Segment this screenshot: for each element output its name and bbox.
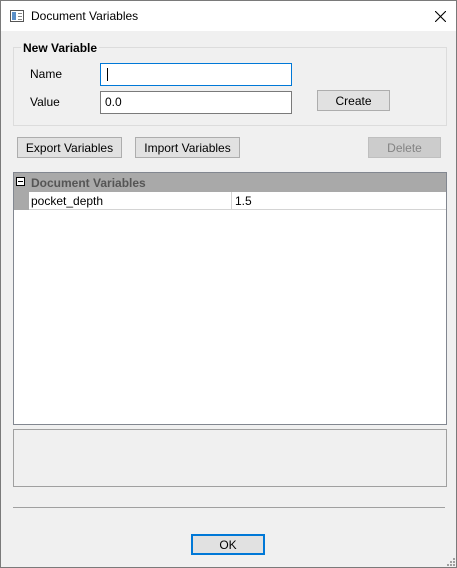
text-caret <box>107 68 108 81</box>
delete-button[interactable]: Delete <box>368 137 441 158</box>
name-label: Name <box>30 67 63 81</box>
property-row[interactable]: pocket_depth 1.5 <box>14 192 446 210</box>
description-panel <box>13 429 447 487</box>
close-button[interactable] <box>425 1 456 31</box>
export-variables-label: Export Variables <box>25 140 114 155</box>
document-variables-dialog: Document Variables New Variable Name Val… <box>0 0 457 568</box>
property-value[interactable]: 1.5 <box>235 194 252 208</box>
export-variables-button[interactable]: Export Variables <box>17 137 122 158</box>
close-icon <box>435 10 446 22</box>
value-input-value: 0.0 <box>105 95 122 109</box>
delete-button-label: Delete <box>387 140 422 155</box>
window-icon <box>10 10 24 22</box>
ok-button-label: OK <box>219 537 237 552</box>
create-button[interactable]: Create <box>317 90 390 111</box>
resize-grip-icon[interactable] <box>445 556 455 566</box>
footer-separator <box>13 507 445 508</box>
variables-property-grid[interactable]: Document Variables pocket_depth 1.5 <box>13 172 447 425</box>
collapse-icon[interactable] <box>16 177 25 186</box>
import-variables-button[interactable]: Import Variables <box>135 137 240 158</box>
row-gutter <box>14 192 29 210</box>
property-name[interactable]: pocket_depth <box>31 194 103 208</box>
new-variable-group-title: New Variable <box>21 41 100 55</box>
category-row[interactable]: Document Variables <box>14 173 446 192</box>
window-title: Document Variables <box>31 9 139 23</box>
create-button-label: Create <box>335 93 372 108</box>
value-label: Value <box>30 95 60 109</box>
column-divider <box>231 192 232 210</box>
value-input[interactable]: 0.0 <box>100 91 292 114</box>
import-variables-label: Import Variables <box>144 140 231 155</box>
ok-button[interactable]: OK <box>191 534 265 555</box>
new-variable-group <box>13 47 447 126</box>
title-bar[interactable]: Document Variables <box>1 1 456 31</box>
category-label: Document Variables <box>31 176 146 190</box>
name-input[interactable] <box>100 63 292 86</box>
